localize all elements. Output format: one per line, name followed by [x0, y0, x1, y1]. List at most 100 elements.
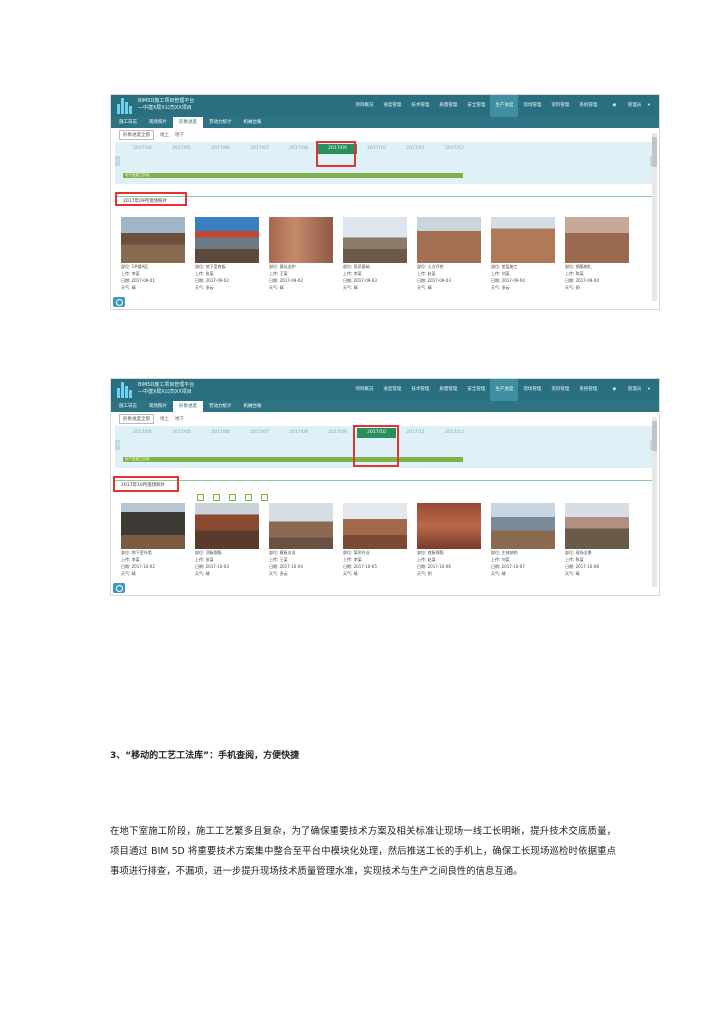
filter-option[interactable]: 地上	[160, 132, 169, 138]
site-photo[interactable]	[417, 217, 481, 263]
tab[interactable]: 现场照片	[143, 401, 173, 412]
photo-card[interactable]: 部位: 1#楼A区 上传: 李某 日期: 2017-09-01 天气: 晴	[121, 217, 185, 291]
month-cell[interactable]: 2017/05	[162, 144, 201, 154]
menu-item[interactable]: 项目概况	[350, 379, 378, 401]
photo-card[interactable]: 部位: 现场全景 上传: 陈某 日期: 2017-10-08 天气: 晴	[565, 503, 629, 577]
photo-card[interactable]: 部位: 底板钢筋 上传: 赵某 日期: 2017-10-06 天气: 阴	[417, 503, 481, 577]
month-cell[interactable]: 2017/12	[435, 144, 474, 154]
photo-caption: 上传: 李某	[121, 271, 140, 276]
toolbar-icon[interactable]	[229, 494, 236, 501]
site-photo[interactable]	[269, 503, 333, 549]
refresh-icon[interactable]	[113, 297, 125, 307]
photo-caption: 上传: 刘某	[491, 557, 510, 562]
month-cell[interactable]: 2017/09	[318, 428, 357, 438]
photo-card[interactable]: 部位: 土方开挖 上传: 赵某 日期: 2017-09-03 天气: 晴	[417, 217, 481, 291]
tab-active[interactable]: 形象进度	[173, 401, 203, 412]
photo-card[interactable]: 部位: 地下室底板 上传: 张某 日期: 2017-09-02 天气: 多云	[195, 217, 259, 291]
photo-caption: 日期: 2017-10-05	[343, 564, 377, 569]
menu-item[interactable]: 质量管理	[434, 95, 462, 117]
refresh-icon[interactable]	[113, 583, 125, 593]
month-cell[interactable]: 2017/05	[162, 428, 201, 438]
timeline-left-arrow-icon[interactable]: ‹	[115, 156, 120, 166]
page-scrollbar[interactable]	[652, 133, 657, 301]
filter-option[interactable]: 地上	[160, 416, 169, 422]
menu-item[interactable]: 项目概况	[350, 95, 378, 117]
menu-item-active[interactable]: 生产进度	[490, 95, 519, 117]
site-photo[interactable]	[343, 503, 407, 549]
month-cell[interactable]: 2017/04	[123, 428, 162, 438]
menu-item[interactable]: 系统管理	[574, 379, 602, 401]
month-cell[interactable]: 2017/07	[240, 428, 279, 438]
month-cell[interactable]: 2017/12	[435, 428, 474, 438]
menu-item[interactable]: 进度管理	[378, 95, 406, 117]
user-menu[interactable]: ◉ 管理员 ▾	[602, 379, 655, 401]
photo-card[interactable]: 部位: 钢筋绑扎 上传: 陈某 日期: 2017-09-04 天气: 阴	[565, 217, 629, 291]
site-photo[interactable]	[565, 217, 629, 263]
photo-card[interactable]: 部位: 垫层施工 上传: 刘某 日期: 2017-09-04 天气: 多云	[491, 217, 555, 291]
site-photo[interactable]	[121, 217, 185, 263]
tab[interactable]: 劳动力统计	[203, 401, 238, 412]
site-photo[interactable]	[121, 503, 185, 549]
photo-card[interactable]: 部位: 地下室外墙 上传: 李某 日期: 2017-10-02 天气: 晴	[121, 503, 185, 577]
menu-item[interactable]: 现场管理	[518, 379, 546, 401]
site-photo[interactable]	[269, 217, 333, 263]
menu-item[interactable]: 进度管理	[378, 379, 406, 401]
photo-card[interactable]: 部位: 主体结构 上传: 刘某 日期: 2017-10-07 天气: 晴	[491, 503, 555, 577]
user-menu[interactable]: ◉ 管理员 ▾	[602, 95, 655, 117]
photo-card[interactable]: 部位: 塔吊作业 上传: 李某 日期: 2017-10-05 天气: 晴	[343, 503, 407, 577]
photo-caption: 日期: 2017-10-02	[121, 564, 155, 569]
app-logo-icon	[117, 98, 133, 114]
menu-item[interactable]: 资料管理	[546, 95, 574, 117]
photo-card[interactable]: 部位: 塔吊基础 上传: 李某 日期: 2017-09-03 天气: 晴	[343, 217, 407, 291]
site-photo[interactable]	[195, 217, 259, 263]
site-photo[interactable]	[565, 503, 629, 549]
month-cell[interactable]: 2017/04	[123, 144, 162, 154]
menu-item[interactable]: 资料管理	[546, 379, 574, 401]
tab[interactable]: 施工日志	[113, 117, 143, 128]
tab[interactable]: 施工日志	[113, 401, 143, 412]
month-cell[interactable]: 2017/10	[357, 144, 396, 154]
month-cell[interactable]: 2017/07	[240, 144, 279, 154]
site-photo[interactable]	[343, 217, 407, 263]
site-photo[interactable]	[195, 503, 259, 549]
month-cell[interactable]: 2017/11	[396, 428, 435, 438]
toolbar-icon[interactable]	[213, 494, 220, 501]
menu-item[interactable]: 安全管理	[462, 95, 490, 117]
page-scrollbar[interactable]	[652, 417, 657, 587]
filter-select[interactable]: 形象进度全部	[119, 414, 154, 424]
month-cell[interactable]: 2017/08	[279, 144, 318, 154]
photo-card[interactable]: 部位: 模板支设 上传: 王某 日期: 2017-10-04 天气: 多云	[269, 503, 333, 577]
photo-card[interactable]: 部位: 顶板钢筋 上传: 张某 日期: 2017-10-03 天气: 晴	[195, 503, 259, 577]
highlight-box-month	[353, 425, 399, 467]
month-cell[interactable]: 2017/06	[201, 428, 240, 438]
filter-option[interactable]: 地下	[175, 416, 184, 422]
toolbar-icon[interactable]	[245, 494, 252, 501]
site-photo[interactable]	[417, 503, 481, 549]
menu-item[interactable]: 安全管理	[462, 379, 490, 401]
filter-select[interactable]: 形象进度全部	[119, 130, 154, 140]
photo-caption: 上传: 陈某	[565, 271, 584, 276]
month-cell[interactable]: 2017/08	[279, 428, 318, 438]
photo-card[interactable]: 部位: 基坑支护 上传: 王某 日期: 2017-09-02 天气: 晴	[269, 217, 333, 291]
filter-option[interactable]: 地下	[175, 132, 184, 138]
toolbar-icon[interactable]	[197, 494, 204, 501]
toolbar-icon[interactable]	[261, 494, 268, 501]
photo-caption: 日期: 2017-09-03	[343, 278, 377, 283]
module-tabs: 施工日志 现场照片 形象进度 劳动力统计 机械台账	[111, 117, 659, 128]
menu-item[interactable]: 技术管理	[406, 379, 434, 401]
site-photo[interactable]	[491, 217, 555, 263]
menu-item[interactable]: 技术管理	[406, 95, 434, 117]
tab[interactable]: 机械台账	[238, 401, 268, 412]
menu-item[interactable]: 现场管理	[518, 95, 546, 117]
menu-item[interactable]: 系统管理	[574, 95, 602, 117]
month-cell[interactable]: 2017/11	[396, 144, 435, 154]
tab-active[interactable]: 形象进度	[173, 117, 203, 128]
menu-item-active[interactable]: 生产进度	[490, 379, 519, 401]
tab[interactable]: 机械台账	[238, 117, 268, 128]
tab[interactable]: 现场照片	[143, 117, 173, 128]
menu-item[interactable]: 质量管理	[434, 379, 462, 401]
tab[interactable]: 劳动力统计	[203, 117, 238, 128]
timeline-left-arrow-icon[interactable]: ‹	[115, 440, 120, 450]
site-photo[interactable]	[491, 503, 555, 549]
month-cell[interactable]: 2017/06	[201, 144, 240, 154]
